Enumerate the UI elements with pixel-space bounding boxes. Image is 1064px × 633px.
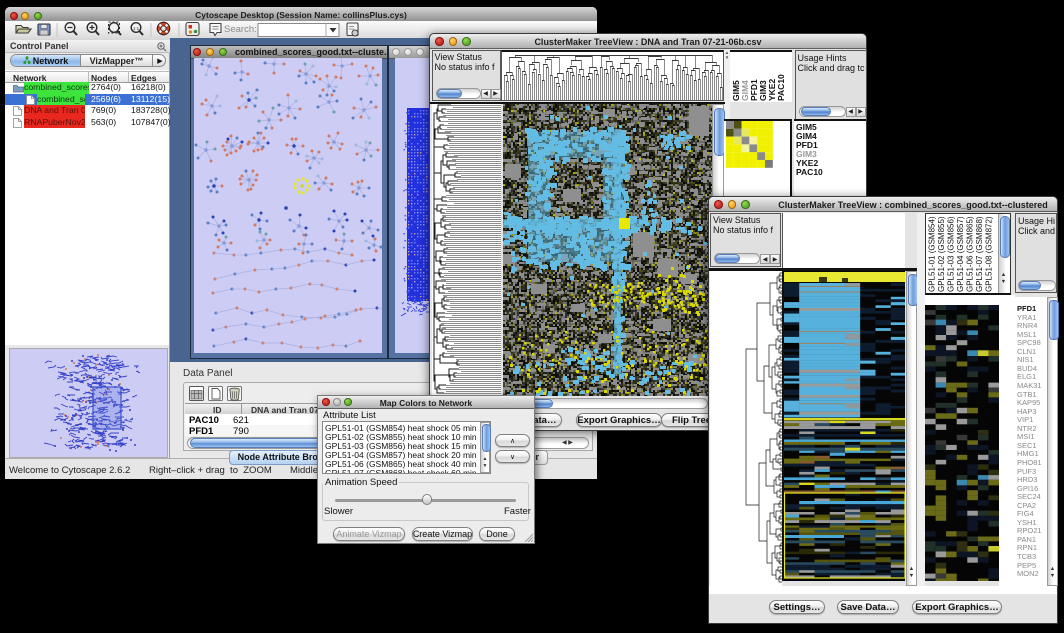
svg-text:GPL51-03 (GSM856): GPL51-03 (GSM856) xyxy=(947,216,956,292)
svg-text:GPL51-07 (GSM868): GPL51-07 (GSM868) xyxy=(975,216,984,292)
svg-text:GPL51-06 (GSM865): GPL51-06 (GSM865) xyxy=(966,216,975,292)
svg-text:1:1: 1:1 xyxy=(133,26,140,31)
svg-text:GPL51-08 (GSM872): GPL51-08 (GSM872) xyxy=(985,216,994,292)
svg-text:GPL51-01 (GSM854): GPL51-01 (GSM854) xyxy=(928,216,937,292)
svg-text:GPL51-04 (GSM857): GPL51-04 (GSM857) xyxy=(956,216,965,292)
svg-text:GPL51-02 (GSM855): GPL51-02 (GSM855) xyxy=(937,216,946,292)
svg-text:Search:: Search: xyxy=(224,24,257,35)
svg-text:PAC10: PAC10 xyxy=(776,73,786,100)
